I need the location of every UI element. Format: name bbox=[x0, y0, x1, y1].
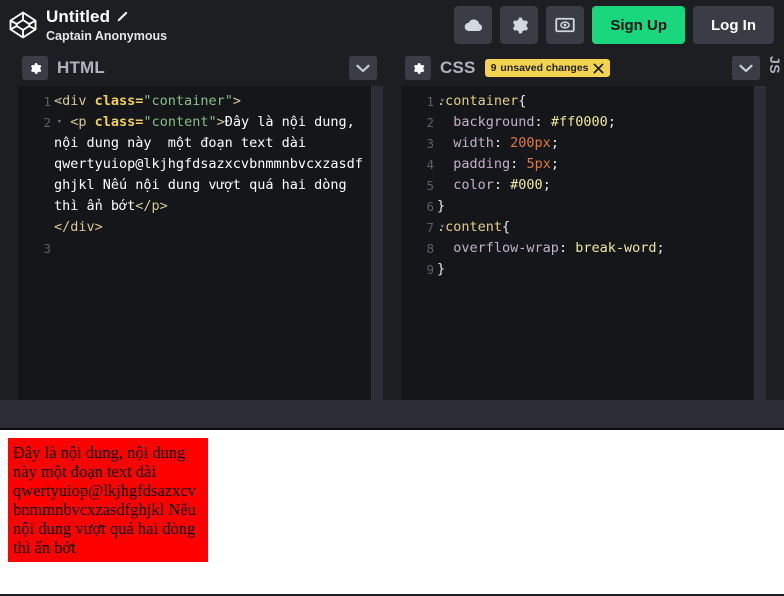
pen-title-row: Untitled bbox=[46, 7, 167, 27]
header-actions: Sign Up Log In bbox=[454, 6, 774, 44]
css-value-color: #000 bbox=[510, 177, 543, 193]
css-brace-open: { bbox=[518, 93, 526, 109]
css-prop-padding: padding bbox=[437, 156, 510, 172]
unsaved-label: unsaved changes bbox=[500, 62, 588, 74]
css-brace-close: } bbox=[437, 198, 445, 214]
css-brace-close-2: } bbox=[437, 261, 445, 277]
preview-container-box: Đây là nội dung, nội dung này một đoạn t… bbox=[8, 438, 208, 562]
fold-arrow-icon: ▾ bbox=[57, 112, 62, 133]
line-number: 4 bbox=[401, 154, 437, 175]
line-number: 6 bbox=[401, 196, 437, 217]
css-brace-open-2: { bbox=[502, 219, 510, 235]
gear-icon[interactable] bbox=[500, 6, 538, 44]
line-number: 2 bbox=[401, 112, 437, 133]
pane-divider[interactable] bbox=[383, 50, 401, 400]
line-number: 3 bbox=[18, 238, 54, 259]
html-tag-close-bracket: > bbox=[233, 93, 241, 109]
css-colon: : bbox=[559, 240, 575, 256]
css-prop-width: width bbox=[437, 135, 494, 151]
css-colon: : bbox=[535, 114, 551, 130]
html-pane-header: HTML bbox=[18, 50, 383, 86]
css-value-padding: 5px bbox=[526, 156, 550, 172]
line-number: 1▾ bbox=[401, 91, 437, 112]
css-editor-pane: CSS 9 unsaved changes bbox=[401, 50, 766, 400]
preview-pane: Đây là nội dung, nội dung này một đoạn t… bbox=[0, 430, 784, 594]
css-semicolon: ; bbox=[656, 240, 664, 256]
css-semicolon: ; bbox=[551, 156, 559, 172]
html-code-area[interactable]: 1▾ 2▾ 3 <div class="container"> <p class… bbox=[18, 86, 383, 400]
unsaved-changes-badge[interactable]: 9 unsaved changes bbox=[485, 59, 610, 77]
editor-preview-resizer[interactable] bbox=[0, 400, 784, 430]
css-colon: : bbox=[510, 156, 526, 172]
html-gutter: 1▾ 2▾ 3 bbox=[18, 86, 54, 400]
html-code-text[interactable]: <div class="container"> <p class="conten… bbox=[54, 86, 383, 400]
css-value-background: #ff0000 bbox=[551, 114, 608, 130]
chevron-down-icon[interactable] bbox=[732, 56, 760, 80]
css-selector-content: .content bbox=[437, 219, 502, 235]
login-button[interactable]: Log In bbox=[693, 6, 774, 44]
page-title[interactable]: Untitled bbox=[46, 7, 110, 27]
line-number: 7▾ bbox=[401, 217, 437, 238]
line-number: 5 bbox=[401, 175, 437, 196]
eye-preview-icon[interactable] bbox=[546, 6, 584, 44]
html-attr-value: "container" bbox=[143, 93, 232, 109]
css-selector-container: .container bbox=[437, 93, 518, 109]
preview-content-text: Đây là nội dung, nội dung này một đoạn t… bbox=[13, 443, 203, 557]
html-pane-label: HTML bbox=[57, 58, 105, 78]
css-gutter: 1▾ 2 3 4 5 6 7▾ 8 9 bbox=[401, 86, 437, 400]
line-number: 3 bbox=[401, 133, 437, 154]
gear-icon[interactable] bbox=[405, 56, 431, 80]
pen-author[interactable]: Captain Anonymous bbox=[46, 29, 167, 43]
html-attr-name: class bbox=[95, 93, 136, 109]
js-pane-label: JS bbox=[767, 56, 783, 74]
html-p-attr-name: class bbox=[95, 114, 136, 130]
editor-region: HTML 1▾ 2▾ 3 <div class="container"> <p … bbox=[0, 50, 784, 400]
codepen-editor-app: Untitled Captain Anonymous bbox=[0, 0, 784, 596]
line-number: 2▾ bbox=[18, 112, 54, 133]
cloud-save-icon[interactable] bbox=[454, 6, 492, 44]
html-p-attr-value: "content" bbox=[143, 114, 216, 130]
pencil-icon[interactable] bbox=[116, 10, 129, 23]
codepen-logo-icon[interactable] bbox=[6, 8, 40, 42]
html-p-close-bracket: > bbox=[217, 114, 225, 130]
css-scrollbar-track[interactable] bbox=[754, 86, 766, 400]
fold-arrow-icon: ▾ bbox=[440, 91, 445, 112]
html-p-endtag: </p> bbox=[135, 198, 168, 214]
gear-icon[interactable] bbox=[22, 56, 48, 80]
css-colon: : bbox=[494, 135, 510, 151]
fold-arrow-icon: ▾ bbox=[440, 217, 445, 238]
css-colon: : bbox=[494, 177, 510, 193]
fold-arrow-icon: ▾ bbox=[57, 91, 62, 112]
css-code-area[interactable]: 1▾ 2 3 4 5 6 7▾ 8 9 .container{ backgrou… bbox=[401, 86, 766, 400]
html-editor-pane: HTML 1▾ 2▾ 3 <div class="container"> <p … bbox=[18, 50, 383, 400]
css-prop-overflow-wrap: overflow-wrap bbox=[437, 240, 559, 256]
unsaved-count: 9 bbox=[491, 62, 497, 74]
html-scrollbar-track[interactable] bbox=[371, 86, 383, 400]
js-editor-collapsed-tab[interactable]: JS bbox=[766, 50, 784, 400]
css-prop-background: background bbox=[437, 114, 535, 130]
html-div-endtag: </div> bbox=[54, 219, 103, 235]
signup-button[interactable]: Sign Up bbox=[592, 6, 685, 44]
pen-meta: Untitled Captain Anonymous bbox=[46, 7, 167, 43]
app-header: Untitled Captain Anonymous bbox=[0, 0, 784, 50]
css-value-overflow-wrap: break-word bbox=[575, 240, 656, 256]
css-value-width: 200px bbox=[510, 135, 551, 151]
css-semicolon: ; bbox=[551, 135, 559, 151]
css-pane-label: CSS bbox=[440, 58, 476, 78]
css-semicolon: ; bbox=[608, 114, 616, 130]
line-number: 9 bbox=[401, 259, 437, 280]
chevron-down-icon[interactable] bbox=[349, 56, 377, 80]
css-pane-header: CSS 9 unsaved changes bbox=[401, 50, 766, 86]
css-semicolon: ; bbox=[543, 177, 551, 193]
css-prop-color: color bbox=[437, 177, 494, 193]
css-code-text[interactable]: .container{ background: #ff0000; width: … bbox=[437, 86, 766, 400]
close-icon[interactable] bbox=[593, 63, 604, 74]
line-number: 1▾ bbox=[18, 91, 54, 112]
line-number: 8 bbox=[401, 238, 437, 259]
